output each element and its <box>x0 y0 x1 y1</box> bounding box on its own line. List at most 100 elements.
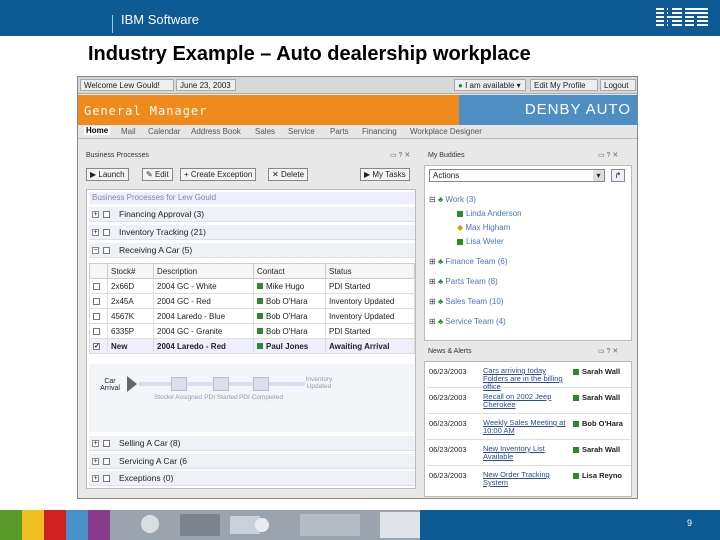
contact-name[interactable]: Bob O'Hara <box>266 297 308 306</box>
buddy-item[interactable]: Linda Anderson <box>457 208 522 220</box>
news-link[interactable]: Recall on 2002 Jeep Cherokee <box>483 393 569 409</box>
buddies-panel-controls[interactable]: ▭ ? ✕ <box>598 151 618 161</box>
table-row-selected[interactable]: ✓ New 2004 Laredo - Red Paul Jones Await… <box>89 338 415 354</box>
contact-name[interactable]: Bob O'Hara <box>266 312 308 321</box>
news-author-name[interactable]: Sarah Wall <box>582 367 620 376</box>
news-link[interactable]: Cars arriving today Folders are in the b… <box>483 367 569 391</box>
nav-home[interactable]: Home <box>84 126 111 135</box>
group-receiving-a-car[interactable]: − Receiving A Car (5) <box>89 243 415 258</box>
column-header[interactable]: Stock# <box>107 263 154 279</box>
row-checkbox-checked[interactable]: ✓ <box>93 342 100 350</box>
row-checkbox[interactable] <box>93 312 100 320</box>
nav-calendar[interactable]: Calendar <box>148 127 180 136</box>
edit-profile-link[interactable]: Edit My Profile <box>530 79 598 91</box>
table-row[interactable]: 6335P 2004 GC - Granite Bob O'Hara PDI S… <box>89 323 415 339</box>
row-checkbox[interactable] <box>93 297 100 305</box>
row-checkbox[interactable] <box>93 327 100 335</box>
news-panel-controls[interactable]: ▭ ? ✕ <box>598 347 618 357</box>
news-author-name[interactable]: Lisa Reyno <box>582 471 622 480</box>
group-checkbox[interactable] <box>103 440 110 447</box>
nav-financing[interactable]: Financing <box>362 127 397 136</box>
row-checkbox-cell[interactable] <box>89 278 108 294</box>
portal-screenshot: Welcome Lew Gould! June 23, 2003 ● I am … <box>77 76 638 499</box>
launch-label: Launch <box>98 170 125 179</box>
table-row[interactable]: 2x45A 2004 GC - Red Bob O'Hara Inventory… <box>89 293 415 309</box>
group-servicing-a-car[interactable]: + Servicing A Car (6 <box>89 454 415 469</box>
flow-step-label: Inventory Updated <box>305 376 333 390</box>
delete-button[interactable]: ✕ Delete <box>268 168 309 181</box>
expand-icon[interactable]: ⊞ <box>429 297 438 306</box>
nav-mail[interactable]: Mail <box>121 127 136 136</box>
buddy-item[interactable]: ◆ Max Higham <box>457 222 510 234</box>
row-checkbox[interactable] <box>93 282 100 290</box>
actions-select[interactable]: Actions ▾ <box>429 169 605 182</box>
row-checkbox-cell[interactable] <box>89 308 108 324</box>
news-author-name[interactable]: Sarah Wall <box>582 393 620 402</box>
launch-button[interactable]: ▶ Launch <box>86 168 129 181</box>
expand-icon[interactable]: ⊞ <box>429 257 438 266</box>
column-header[interactable]: Contact <box>253 263 326 279</box>
news-link[interactable]: New Inventory List Available <box>483 445 569 461</box>
contact-name[interactable]: Paul Jones <box>266 342 308 351</box>
row-checkbox-cell[interactable]: ✓ <box>89 338 108 354</box>
buddy-group-parts[interactable]: ⊞ ♣ Parts Team (8) <box>429 276 498 288</box>
description-cell: 2004 GC - Granite <box>153 323 254 339</box>
expand-icon[interactable]: ⊞ <box>429 317 438 326</box>
group-label: Financing Approval (3) <box>119 209 205 219</box>
table-row[interactable]: 4567K 2004 Laredo - Blue Bob O'Hara Inve… <box>89 308 415 324</box>
group-checkbox[interactable] <box>103 458 110 465</box>
expand-icon[interactable]: + <box>92 458 99 465</box>
nav-workplace-designer[interactable]: Workplace Designer <box>410 127 482 136</box>
news-author: Lisa Reyno <box>573 471 622 480</box>
group-icon: ♣ <box>437 317 444 326</box>
status-dropdown[interactable]: ● I am available ▾ <box>454 79 526 91</box>
welcome-text: Welcome Lew Gould! <box>80 79 174 91</box>
group-checkbox[interactable] <box>103 247 110 254</box>
column-header[interactable]: Description <box>153 263 254 279</box>
collapse-icon[interactable]: − <box>92 247 99 254</box>
stock-cell: 2x66D <box>107 278 154 294</box>
contact-name[interactable]: Bob O'Hara <box>266 327 308 336</box>
row-checkbox-cell[interactable] <box>89 293 108 309</box>
expand-icon[interactable]: + <box>92 440 99 447</box>
flow-step-box <box>213 377 229 391</box>
logout-link[interactable]: Logout <box>600 79 636 91</box>
row-checkbox-cell[interactable] <box>89 323 108 339</box>
edit-button[interactable]: ✎ Edit <box>142 168 173 181</box>
contact-name[interactable]: Mike Hugo <box>266 282 304 291</box>
news-header: News & Alerts <box>428 348 472 355</box>
contact-cell: Bob O'Hara <box>253 308 326 324</box>
table-row[interactable]: 2x66D 2004 GC - White Mike Hugo PDI Star… <box>89 278 415 294</box>
group-checkbox[interactable] <box>103 211 110 218</box>
nav-address-book[interactable]: Address Book <box>191 127 241 136</box>
go-button[interactable]: ↱ <box>611 169 625 182</box>
create-exception-button[interactable]: + Create Exception <box>180 168 257 181</box>
news-link[interactable]: Weekly Sales Meeting at 10:00 AM <box>483 419 569 435</box>
group-checkbox[interactable] <box>103 229 110 236</box>
expand-icon[interactable]: + <box>92 211 99 218</box>
buddy-item[interactable]: Lisa Weler <box>457 236 504 248</box>
collapse-icon[interactable]: ⊟ <box>429 195 438 204</box>
column-header[interactable]: Status <box>325 263 415 279</box>
status-cell: Inventory Updated <box>325 293 415 309</box>
nav-parts[interactable]: Parts <box>330 127 349 136</box>
buddy-group-work[interactable]: ⊟ ♣ Work (3) <box>429 194 476 206</box>
group-selling-a-car[interactable]: + Selling A Car (8) <box>89 436 415 451</box>
nav-service[interactable]: Service <box>288 127 315 136</box>
buddy-group-sales[interactable]: ⊞ ♣ Sales Team (10) <box>429 296 504 308</box>
expand-icon[interactable]: ⊞ <box>429 277 438 286</box>
bp-panel-controls[interactable]: ▭ ? ✕ <box>390 151 410 161</box>
group-checkbox[interactable] <box>103 475 110 482</box>
nav-sales[interactable]: Sales <box>255 127 275 136</box>
expand-icon[interactable]: + <box>92 475 99 482</box>
news-author-name[interactable]: Bob O'Hara <box>582 419 623 428</box>
news-author-name[interactable]: Sarah Wall <box>582 445 620 454</box>
buddy-group-service[interactable]: ⊞ ♣ Service Team (4) <box>429 316 506 328</box>
group-exceptions[interactable]: + Exceptions (0) <box>89 471 415 486</box>
group-inventory-tracking[interactable]: + Inventory Tracking (21) <box>89 225 415 240</box>
news-link[interactable]: New Order Tracking System <box>483 471 569 487</box>
my-tasks-button[interactable]: ▶ My Tasks <box>360 168 410 181</box>
expand-icon[interactable]: + <box>92 229 99 236</box>
group-financing-approval[interactable]: + Financing Approval (3) <box>89 207 415 222</box>
buddy-group-finance[interactable]: ⊞ ♣ Finance Team (6) <box>429 256 508 268</box>
